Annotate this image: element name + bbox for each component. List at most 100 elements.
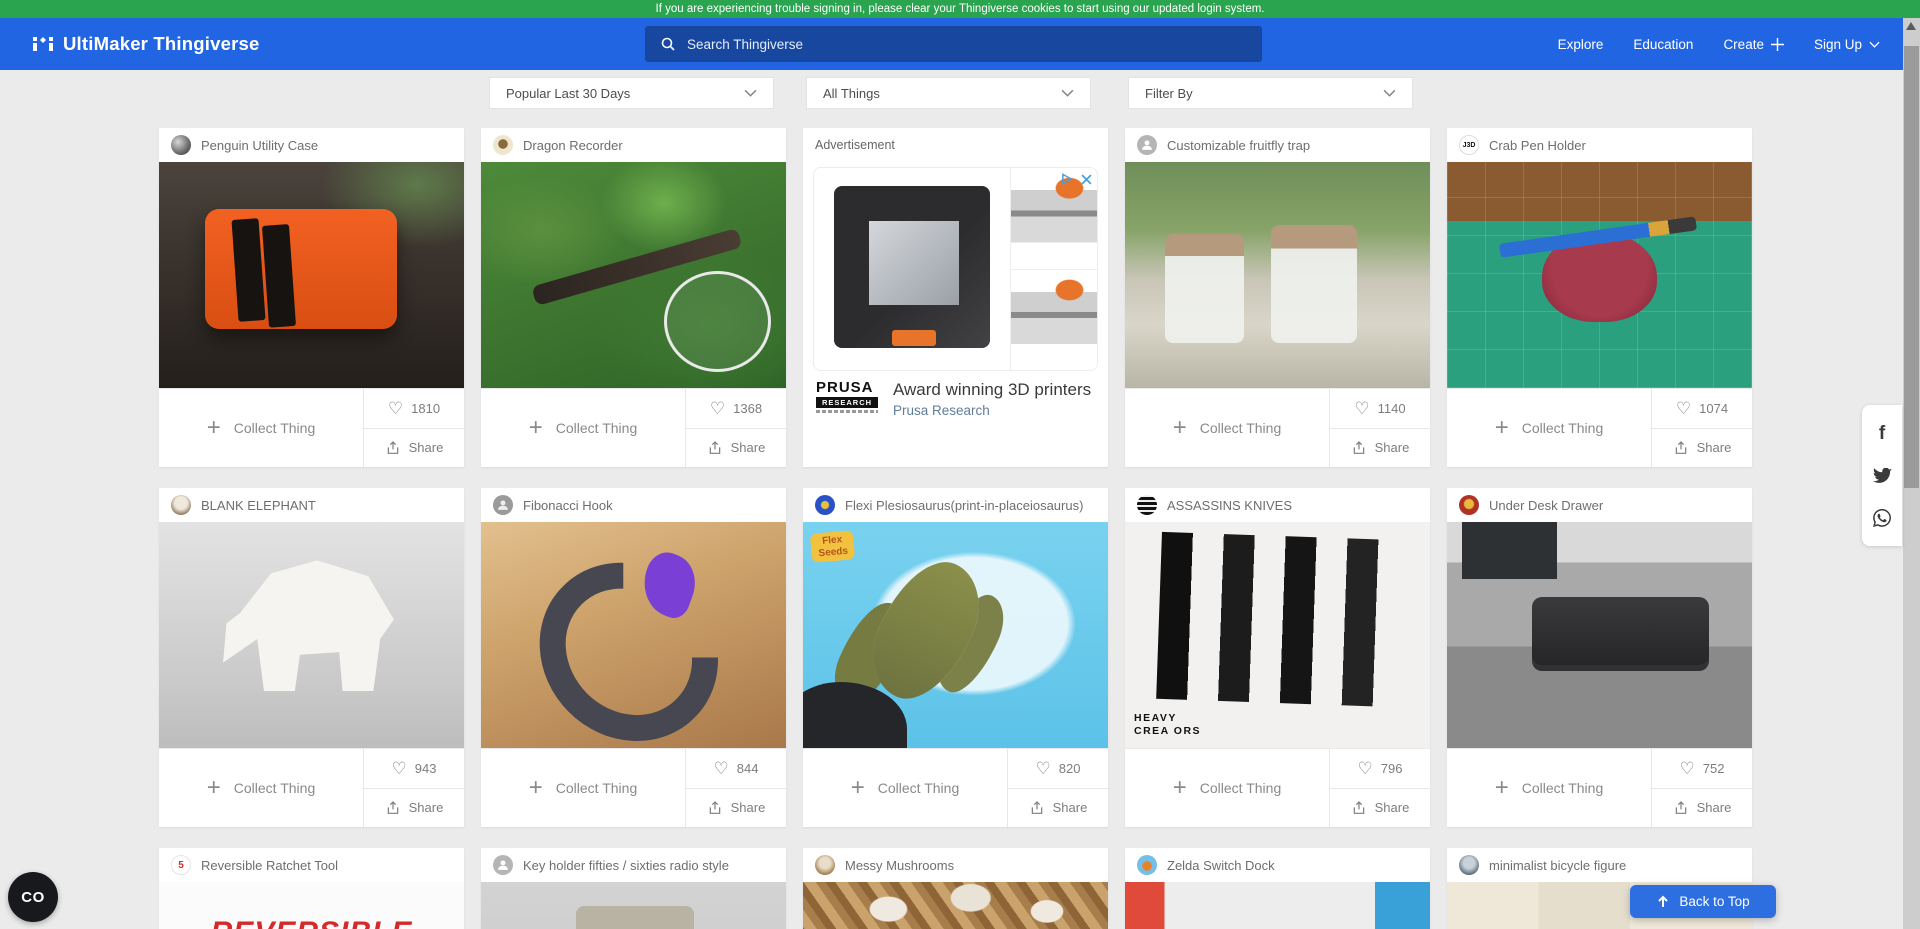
- share-button[interactable]: Share: [1008, 789, 1108, 828]
- whatsapp-icon[interactable]: [1873, 509, 1891, 527]
- nav-sign-up[interactable]: Sign Up: [1814, 37, 1880, 52]
- thing-image[interactable]: [803, 882, 1108, 929]
- thing-image[interactable]: [159, 522, 464, 748]
- collect-thing-button[interactable]: + Collect Thing: [159, 389, 363, 467]
- thing-title[interactable]: Customizable fruitfly trap: [1167, 138, 1310, 153]
- sort-dropdown[interactable]: Popular Last 30 Days: [489, 77, 774, 109]
- thing-image[interactable]: [1125, 162, 1430, 388]
- share-button[interactable]: Share: [1330, 789, 1430, 828]
- creator-avatar[interactable]: J3D: [1459, 135, 1479, 155]
- thing-image[interactable]: [1447, 162, 1752, 388]
- thing-title[interactable]: Key holder fifties / sixties radio style: [523, 858, 729, 873]
- cookie-consent-button[interactable]: CO: [8, 872, 58, 922]
- thing-title[interactable]: Penguin Utility Case: [201, 138, 318, 153]
- like-button[interactable]: ♡ 1140: [1330, 389, 1430, 429]
- share-button[interactable]: Share: [364, 429, 464, 468]
- creator-avatar[interactable]: [815, 495, 835, 515]
- thing-card-header: Messy Mushrooms: [803, 848, 1108, 882]
- thing-title[interactable]: Flexi Plesiosaurus(print-in-placeiosauru…: [845, 498, 1083, 513]
- thing-title[interactable]: minimalist bicycle figure: [1489, 858, 1626, 873]
- thing-image[interactable]: [1447, 522, 1752, 748]
- share-button[interactable]: Share: [1652, 789, 1752, 828]
- creator-avatar[interactable]: [493, 135, 513, 155]
- collect-thing-button[interactable]: + Collect Thing: [1447, 389, 1651, 467]
- facebook-icon[interactable]: f: [1879, 424, 1885, 443]
- creator-avatar[interactable]: 5: [171, 855, 191, 875]
- thing-image[interactable]: Flex Seeds: [803, 522, 1108, 748]
- creator-avatar[interactable]: [815, 855, 835, 875]
- share-button[interactable]: Share: [686, 789, 786, 828]
- share-button[interactable]: Share: [1652, 429, 1752, 468]
- creator-avatar[interactable]: [171, 135, 191, 155]
- creator-avatar[interactable]: [1459, 855, 1479, 875]
- thing-image[interactable]: [481, 882, 786, 929]
- thing-title[interactable]: BLANK ELEPHANT: [201, 498, 316, 513]
- thing-image[interactable]: [481, 162, 786, 388]
- thing-image[interactable]: [481, 522, 786, 748]
- thing-card-header: Customizable fruitfly trap: [1125, 128, 1430, 162]
- like-button[interactable]: ♡ 1810: [364, 389, 464, 429]
- heart-icon: ♡: [392, 760, 407, 777]
- share-button[interactable]: Share: [1330, 429, 1430, 468]
- page-scrollbar[interactable]: [1903, 18, 1920, 929]
- share-button[interactable]: Share: [686, 429, 786, 468]
- search-input[interactable]: [687, 37, 1247, 52]
- like-button[interactable]: ♡ 1368: [686, 389, 786, 429]
- creator-avatar[interactable]: [1137, 135, 1157, 155]
- thing-image[interactable]: [1125, 882, 1430, 929]
- thing-title[interactable]: Under Desk Drawer: [1489, 498, 1603, 513]
- advertiser-logo[interactable]: PRUSA RESEARCH: [816, 380, 878, 413]
- back-to-top-button[interactable]: Back to Top: [1630, 885, 1776, 918]
- thing-image[interactable]: REVERSIBLE: [159, 882, 464, 929]
- twitter-icon[interactable]: [1873, 468, 1892, 484]
- ad-close-icon[interactable]: [1081, 174, 1092, 185]
- scrollbar-up-arrow-icon[interactable]: [1906, 22, 1916, 30]
- nav-explore[interactable]: Explore: [1558, 37, 1604, 52]
- share-button[interactable]: Share: [364, 789, 464, 828]
- filter-by-dropdown[interactable]: Filter By: [1128, 77, 1413, 109]
- nav-create[interactable]: Create: [1723, 37, 1784, 52]
- category-dropdown[interactable]: All Things: [806, 77, 1091, 109]
- collect-thing-button[interactable]: + Collect Thing: [159, 749, 363, 827]
- thing-card-footer: + Collect Thing ♡ 1368 Share: [481, 388, 786, 467]
- thing-title[interactable]: Zelda Switch Dock: [1167, 858, 1275, 873]
- like-button[interactable]: ♡ 796: [1330, 749, 1430, 789]
- thing-title[interactable]: Messy Mushrooms: [845, 858, 954, 873]
- thing-card: Key holder fifties / sixties radio style: [481, 848, 786, 929]
- thing-card-header: Penguin Utility Case: [159, 128, 464, 162]
- like-button[interactable]: ♡ 752: [1652, 749, 1752, 789]
- collect-thing-button[interactable]: + Collect Thing: [1447, 749, 1651, 827]
- like-button[interactable]: ♡ 943: [364, 749, 464, 789]
- like-button[interactable]: ♡ 844: [686, 749, 786, 789]
- collect-thing-button[interactable]: + Collect Thing: [1125, 749, 1329, 827]
- collect-thing-button[interactable]: + Collect Thing: [1125, 389, 1329, 467]
- creator-avatar[interactable]: [493, 855, 513, 875]
- ad-advertiser-name[interactable]: Prusa Research: [893, 403, 1095, 418]
- ad-headline[interactable]: Award winning 3D printers: [893, 380, 1095, 400]
- scrollbar-thumb[interactable]: [1904, 46, 1919, 488]
- creator-avatar[interactable]: [1137, 855, 1157, 875]
- ad-card-header: Advertisement: [803, 128, 1108, 162]
- collect-thing-button[interactable]: + Collect Thing: [803, 749, 1007, 827]
- brand-logo[interactable]: UltiMaker Thingiverse: [32, 18, 259, 70]
- collect-thing-button[interactable]: + Collect Thing: [481, 749, 685, 827]
- ad-image-bottom[interactable]: [1011, 269, 1097, 371]
- ad-creative[interactable]: [813, 167, 1098, 371]
- collect-thing-button[interactable]: + Collect Thing: [481, 389, 685, 467]
- creator-avatar[interactable]: [1137, 495, 1157, 515]
- creator-avatar[interactable]: [171, 495, 191, 515]
- thing-image[interactable]: [159, 162, 464, 388]
- ad-image-main[interactable]: [814, 168, 1010, 370]
- like-button[interactable]: ♡ 1074: [1652, 389, 1752, 429]
- thing-title[interactable]: ASSASSINS KNIVES: [1167, 498, 1292, 513]
- nav-education[interactable]: Education: [1633, 37, 1693, 52]
- adchoices-icon[interactable]: [1061, 173, 1074, 185]
- creator-avatar[interactable]: [1459, 495, 1479, 515]
- thing-title[interactable]: Crab Pen Holder: [1489, 138, 1586, 153]
- thing-title[interactable]: Fibonacci Hook: [523, 498, 613, 513]
- thing-image[interactable]: HEAVY CREA ORS: [1125, 522, 1430, 748]
- like-button[interactable]: ♡ 820: [1008, 749, 1108, 789]
- thing-title[interactable]: Dragon Recorder: [523, 138, 623, 153]
- thing-title[interactable]: Reversible Ratchet Tool: [201, 858, 338, 873]
- creator-avatar[interactable]: [493, 495, 513, 515]
